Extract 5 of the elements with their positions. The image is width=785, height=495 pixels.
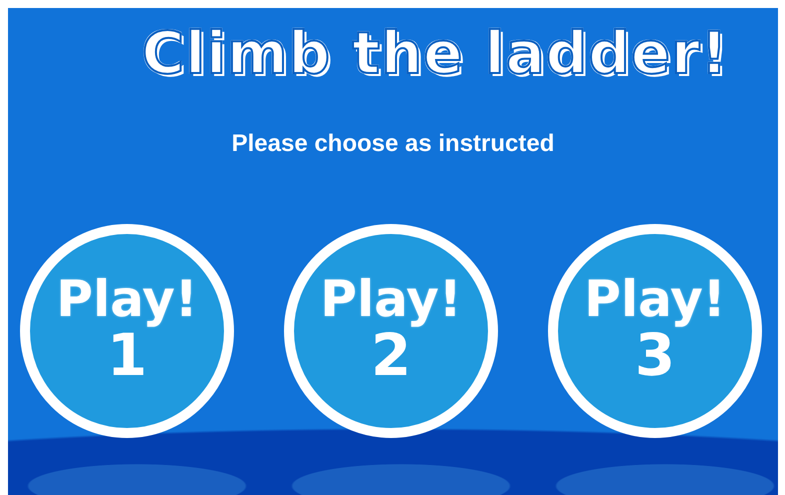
play-level-button[interactable]: Play! 3 (548, 224, 762, 438)
play-level-button[interactable]: Play! 2 (284, 224, 498, 438)
instruction-text: Please choose as instructed (232, 130, 554, 158)
play-level-button[interactable]: Play! 1 (20, 224, 234, 438)
game-title: Climb the ladder! (142, 22, 728, 86)
